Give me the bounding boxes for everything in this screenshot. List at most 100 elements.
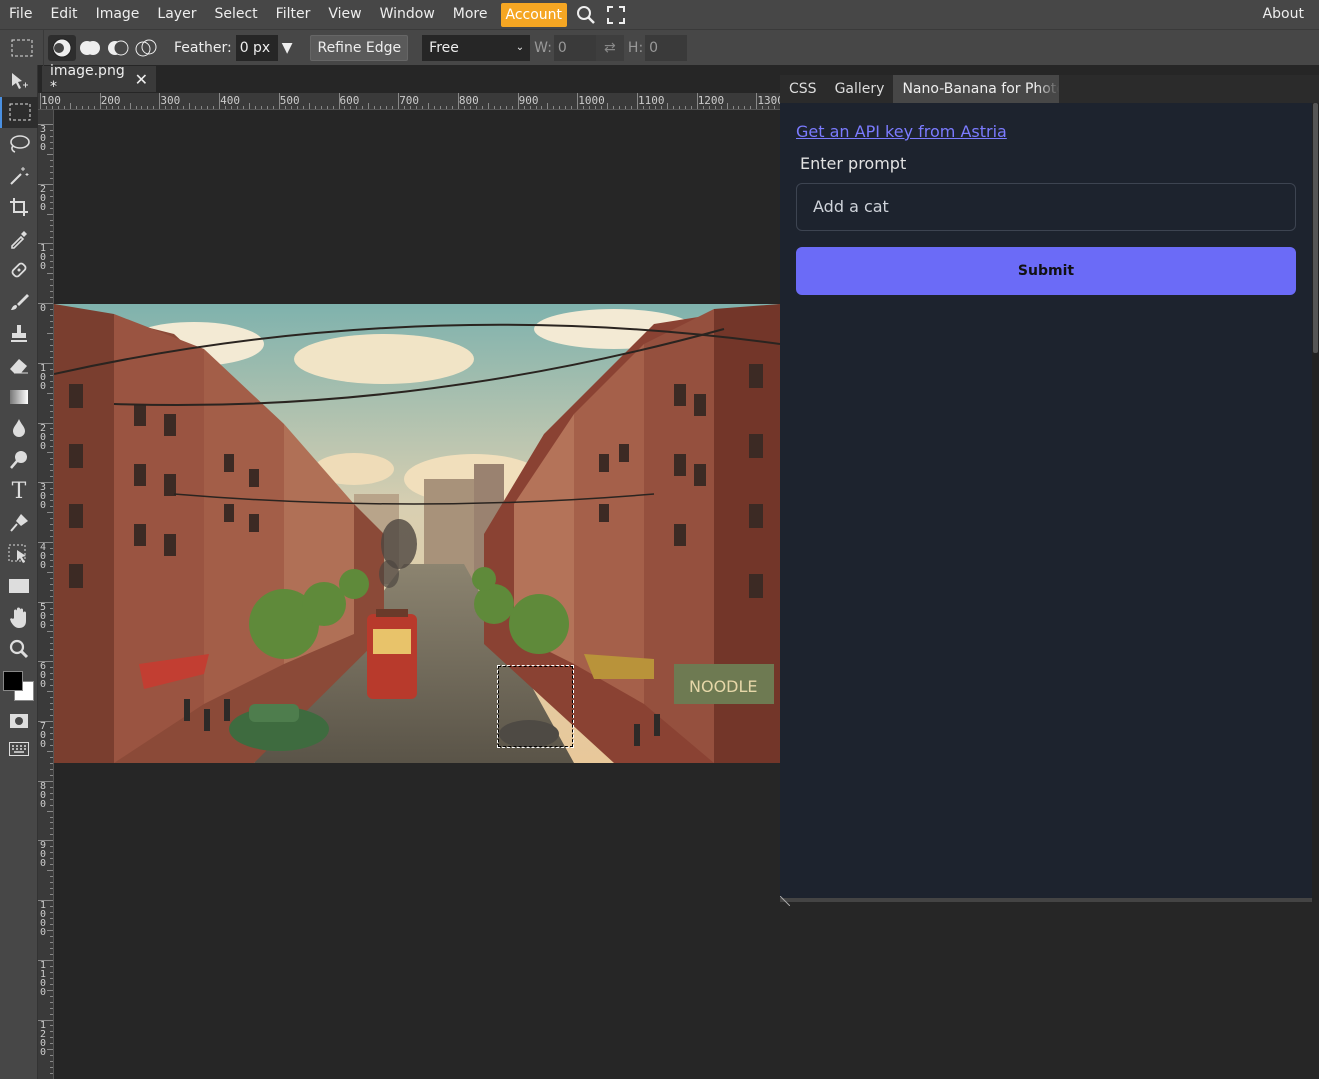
tab-css[interactable]: CSS bbox=[780, 75, 826, 103]
eraser-icon[interactable] bbox=[0, 349, 38, 381]
type-icon[interactable]: T bbox=[0, 476, 38, 508]
width-input[interactable]: 0 bbox=[553, 34, 596, 61]
healing-icon[interactable] bbox=[0, 255, 38, 287]
selection-marquee[interactable] bbox=[497, 665, 574, 748]
ruler-minor-tick bbox=[147, 106, 149, 109]
swap-icon[interactable]: ⇄ bbox=[595, 34, 624, 61]
feather-input[interactable]: 0 px bbox=[235, 34, 278, 61]
menu-filter[interactable]: Filter bbox=[267, 0, 320, 29]
selection-subtract-icon[interactable] bbox=[104, 35, 132, 61]
ruler-minor-tick bbox=[362, 106, 364, 109]
move-icon[interactable] bbox=[0, 65, 38, 97]
menu-layer[interactable]: Layer bbox=[148, 0, 205, 29]
hand-icon[interactable] bbox=[0, 602, 38, 634]
menu-about[interactable]: About bbox=[1254, 0, 1319, 29]
ruler-minor-tick bbox=[50, 923, 53, 925]
ruler-minor-tick bbox=[505, 106, 507, 109]
ruler-minor-tick bbox=[50, 249, 53, 251]
scrollbar-thumb[interactable] bbox=[1313, 103, 1318, 353]
panel-scrollbar[interactable] bbox=[1312, 103, 1319, 900]
ruler-minor-tick bbox=[50, 595, 53, 597]
prompt-input[interactable]: Add a cat bbox=[796, 183, 1296, 231]
ruler-minor-tick bbox=[50, 804, 53, 806]
marquee-icon[interactable] bbox=[0, 96, 38, 129]
ruler-minor-tick bbox=[50, 1043, 53, 1045]
ruler-minor-tick bbox=[50, 255, 53, 257]
ruler-minor-tick bbox=[237, 106, 238, 109]
ruler-minor-tick bbox=[720, 106, 722, 109]
style-select[interactable]: Free ⌄ bbox=[422, 34, 531, 61]
ruler-minor-tick bbox=[47, 332, 53, 334]
feather-label: Feather: bbox=[174, 39, 232, 56]
foreground-color-swatch[interactable] bbox=[3, 671, 23, 692]
api-key-link[interactable]: Get an API key from Astria bbox=[796, 122, 1007, 141]
path-select-icon[interactable] bbox=[0, 539, 38, 571]
fullscreen-icon[interactable] bbox=[601, 0, 631, 29]
svg-text:NOODLE: NOODLE bbox=[689, 677, 758, 696]
brush-icon[interactable] bbox=[0, 286, 38, 318]
ruler-minor-tick bbox=[50, 428, 53, 430]
horizontal-ruler: 100 200 300 400 500 600 700 800 900 1000 1100 1200 1… bbox=[38, 93, 780, 110]
search-icon[interactable] bbox=[571, 0, 601, 29]
ruler-minor-tick bbox=[50, 637, 53, 639]
magic-wand-icon[interactable] bbox=[0, 160, 38, 192]
ruler-minor-tick bbox=[47, 810, 53, 812]
zoom-icon[interactable] bbox=[0, 634, 38, 666]
ruler-minor-tick bbox=[50, 374, 53, 376]
ruler-minor-tick bbox=[50, 547, 53, 549]
menu-view[interactable]: View bbox=[319, 0, 370, 29]
menu-edit[interactable]: Edit bbox=[41, 0, 86, 29]
ruler-minor-tick bbox=[189, 103, 191, 109]
account-button[interactable]: Account bbox=[500, 2, 568, 27]
selection-add-icon[interactable] bbox=[76, 35, 104, 61]
ruler-minor-tick bbox=[666, 103, 668, 109]
tab-gallery[interactable]: Gallery bbox=[826, 75, 894, 103]
rect-select-icon[interactable] bbox=[0, 29, 44, 66]
submit-button[interactable]: Submit bbox=[796, 247, 1296, 295]
blur-icon[interactable] bbox=[0, 413, 38, 445]
document-tab[interactable]: image.png * ✕ bbox=[42, 63, 156, 95]
ruler-minor-tick bbox=[50, 231, 53, 233]
ruler-minor-tick bbox=[774, 106, 776, 109]
ruler-minor-tick bbox=[326, 106, 328, 109]
ruler-minor-tick bbox=[50, 697, 53, 699]
keyboard-icon[interactable] bbox=[0, 737, 38, 761]
ruler-minor-tick bbox=[69, 103, 71, 109]
close-icon[interactable]: ✕ bbox=[135, 70, 148, 89]
menu-more[interactable]: More bbox=[444, 0, 497, 29]
menu-select[interactable]: Select bbox=[205, 0, 266, 29]
ruler-minor-tick bbox=[50, 195, 53, 197]
lasso-icon[interactable] bbox=[0, 128, 38, 160]
ruler-minor-tick bbox=[50, 159, 53, 161]
resize-grip-icon[interactable] bbox=[779, 891, 791, 907]
selection-intersect-icon[interactable] bbox=[132, 35, 160, 61]
height-input[interactable]: 0 bbox=[645, 34, 688, 61]
dodge-icon[interactable] bbox=[0, 444, 38, 476]
pen-icon[interactable] bbox=[0, 507, 38, 539]
ruler-minor-tick bbox=[47, 691, 53, 693]
eyedropper-icon[interactable] bbox=[0, 223, 38, 255]
ruler-minor-tick bbox=[50, 918, 53, 919]
menu-image[interactable]: Image bbox=[87, 0, 149, 29]
menu-window[interactable]: Window bbox=[371, 0, 444, 29]
ruler-minor-tick bbox=[50, 732, 53, 734]
crop-icon[interactable] bbox=[0, 191, 38, 223]
shape-icon[interactable] bbox=[0, 571, 38, 603]
tab-nano-banana[interactable]: Nano-Banana for Photop bbox=[893, 75, 1060, 103]
feather-dropdown-icon[interactable]: ▼ bbox=[282, 40, 293, 56]
stamp-icon[interactable] bbox=[0, 318, 38, 350]
ruler-minor-tick bbox=[714, 106, 716, 109]
ruler-minor-tick bbox=[738, 106, 740, 109]
ruler-minor-tick bbox=[47, 870, 53, 872]
selection-new-icon[interactable] bbox=[48, 34, 76, 61]
menu-file[interactable]: File bbox=[0, 0, 41, 29]
canvas-image[interactable]: NOODLE bbox=[54, 304, 780, 763]
ruler-minor-tick bbox=[296, 106, 298, 109]
ruler-minor-tick bbox=[50, 1037, 53, 1039]
color-swatches[interactable] bbox=[0, 665, 37, 705]
quick-mask-icon[interactable] bbox=[0, 705, 38, 737]
refine-edge-button[interactable]: Refine Edge bbox=[310, 34, 409, 61]
ruler-minor-tick bbox=[50, 416, 53, 418]
ruler-minor-tick bbox=[589, 106, 591, 109]
gradient-icon[interactable] bbox=[0, 381, 38, 413]
